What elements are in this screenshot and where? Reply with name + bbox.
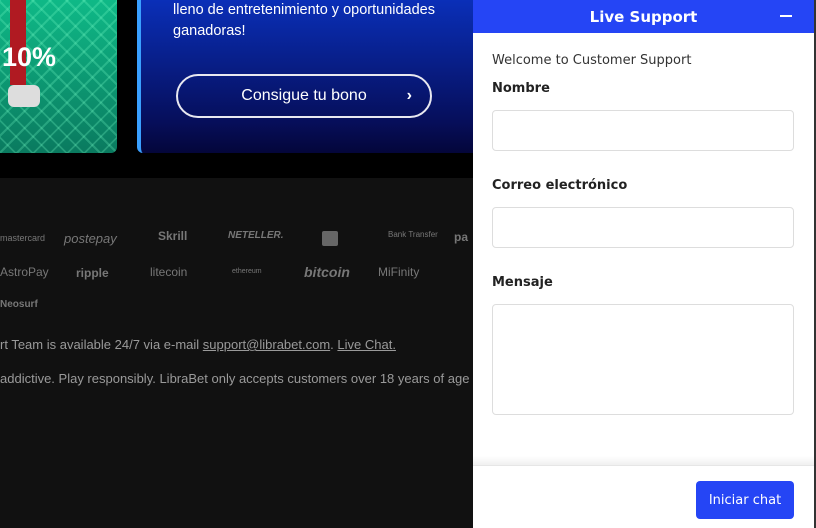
- payment-logo-mastercard: mastercard: [0, 233, 46, 243]
- payment-logo-skrill: Skrill: [158, 229, 188, 243]
- panel-header: Live Support: [473, 0, 814, 33]
- get-bonus-button[interactable]: Consigue tu bono ›: [176, 74, 432, 118]
- divider: [473, 456, 814, 466]
- promo-banner-bonus[interactable]: 10%: [0, 0, 117, 153]
- disclaimer: addictive. Play responsibly. LibraBet on…: [0, 371, 470, 386]
- payment-logo-ripple: ripple: [76, 266, 109, 280]
- panel-title: Live Support: [589, 7, 698, 26]
- promo-text: lleno de entretenimiento y oportunidades…: [173, 2, 435, 39]
- email-input[interactable]: [492, 207, 794, 248]
- support-info: rt Team is available 24/7 via e-mail sup…: [0, 337, 396, 352]
- payment-logo-neteller: NETELLER.: [228, 230, 284, 241]
- name-input[interactable]: [492, 110, 794, 151]
- email-label: Correo electrónico: [492, 178, 628, 193]
- get-bonus-label: Consigue tu bono: [241, 87, 367, 104]
- payment-logo-partial: pa: [454, 230, 469, 244]
- card-icon: [322, 231, 338, 246]
- message-textarea[interactable]: [492, 304, 794, 415]
- support-email-link[interactable]: support@librabet.com: [203, 337, 330, 352]
- live-support-panel: Live Support Welcome to Customer Support…: [473, 0, 814, 528]
- live-chat-link[interactable]: Live Chat.: [337, 337, 396, 352]
- start-chat-button[interactable]: Iniciar chat: [696, 481, 794, 519]
- chevron-right-icon: ›: [406, 87, 412, 104]
- support-text: rt Team is available 24/7 via e-mail: [0, 337, 203, 352]
- payment-logo-astropay: AstroPay: [0, 265, 49, 279]
- minus-icon[interactable]: [780, 15, 792, 17]
- message-label: Mensaje: [492, 275, 553, 290]
- payment-logo-ethereum: ethereum: [232, 268, 262, 275]
- welcome-text: Welcome to Customer Support: [492, 53, 692, 68]
- name-label: Nombre: [492, 81, 550, 96]
- player-shoe-image: [8, 85, 40, 107]
- payment-logo-mifinity: MiFinity: [378, 265, 420, 279]
- payment-logo-neosurf: Neosurf: [0, 299, 38, 310]
- payment-logo-bitcoin: bitcoin: [304, 264, 350, 280]
- bonus-percent: 10%: [2, 42, 57, 72]
- payment-logo-bank-transfer: Bank Transfer: [388, 230, 438, 239]
- promo-banner-welcome: lleno de entretenimiento y oportunidades…: [137, 0, 473, 153]
- payment-logo-litecoin: litecoin: [150, 265, 188, 279]
- payment-logo-postepay: postepay: [64, 231, 117, 246]
